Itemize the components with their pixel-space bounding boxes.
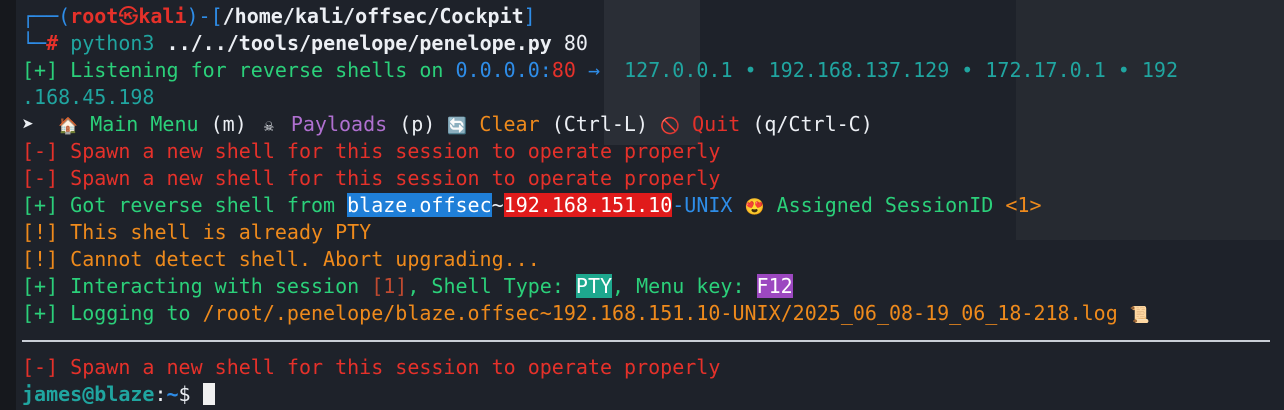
- scroll-icon: 📜: [1129, 305, 1150, 324]
- command-arg: 80: [563, 31, 588, 55]
- prompt-path: /home/kali/offsec/Cockpit: [222, 4, 524, 28]
- remote-ip: 192.168.151.10: [503, 193, 673, 217]
- spawn-warning: [-] Spawn a new shell for this session t…: [22, 166, 721, 190]
- refresh-icon: 🔄: [447, 116, 468, 135]
- logging-text: Logging to: [70, 301, 191, 325]
- status-tag: [+]: [22, 58, 59, 82]
- prompt-hash: #: [46, 31, 59, 55]
- shell-colon: :: [154, 382, 167, 406]
- menu-clear-key: (Ctrl-L): [551, 112, 649, 136]
- session-number: [1]: [371, 274, 408, 298]
- prompt-skull-icon: ㉿: [118, 4, 139, 28]
- prompt-frame: ]: [523, 4, 536, 28]
- prompt-host: kali: [138, 4, 187, 28]
- session-id: <1>: [1005, 193, 1042, 217]
- listen-colon: :: [539, 58, 552, 82]
- no-entry-icon: 🚫: [660, 116, 681, 135]
- menu-line: ➤ 🏠 Main Menu (m) ☠ Payloads (p) 🔄 Clear…: [22, 111, 873, 138]
- detect-message: [!] Cannot detect shell. Abort upgrading…: [22, 247, 540, 271]
- prompt-frame: ┌──(: [22, 4, 71, 28]
- terminal-window[interactable]: ┌──(root㉿kali)-[/home/kali/offsec/Cockpi…: [0, 0, 1284, 410]
- prompt-frame: └─: [22, 31, 47, 55]
- got-shell-line: [+] Got reverse shell from blaze.offsec~…: [22, 192, 1041, 219]
- command-name: python3: [70, 31, 155, 55]
- arrow-icon: →: [587, 58, 601, 82]
- listen-port: 80: [551, 58, 576, 82]
- menu-payloads-key: (p): [399, 112, 436, 136]
- shell-type-label: , Shell Type:: [407, 274, 564, 298]
- tilde: ~: [491, 193, 504, 217]
- log-path: /root/.penelope/blaze.offsec~192.168.151…: [202, 301, 1118, 325]
- pty-message: [!] This shell is already PTY: [22, 220, 372, 244]
- home-icon: 🏠: [58, 116, 79, 135]
- remote-os: -UNIX: [672, 193, 733, 217]
- menu-arrow-icon: ➤: [22, 112, 35, 136]
- status-tag: [+]: [22, 301, 59, 325]
- spawn-warning: [-] Spawn a new shell for this session t…: [22, 139, 721, 163]
- prompt-line-1: ┌──(root㉿kali)-[/home/kali/offsec/Cockpi…: [22, 3, 536, 30]
- listening-text: Listening for reverse shells on: [70, 58, 444, 82]
- menu-main-key: (m): [210, 112, 247, 136]
- prompt-line-2: └─# python3 ../../tools/penelope/penelop…: [22, 30, 588, 57]
- terminal-output[interactable]: ┌──(root㉿kali)-[/home/kali/offsec/Cockpi…: [22, 0, 1284, 410]
- shell-user-host: james@blaze: [22, 382, 155, 406]
- spawn-warning: [-] Spawn a new shell for this session t…: [22, 355, 721, 379]
- command-script: ../../tools/penelope/penelope.py: [166, 31, 552, 55]
- interact-line: [+] Interacting with session [1], Shell …: [22, 273, 793, 300]
- text-cursor[interactable]: [202, 383, 215, 405]
- listening-line: [+] Listening for reverse shells on 0.0.…: [22, 57, 1178, 84]
- status-tag: [+]: [22, 193, 59, 217]
- remote-hostname: blaze.offsec: [347, 193, 492, 217]
- menu-key-badge: F12: [756, 274, 793, 298]
- assigned-text: Assigned SessionID: [776, 193, 994, 217]
- menu-quit: Quit: [692, 112, 741, 136]
- logging-line: [+] Logging to /root/.penelope/blaze.off…: [22, 300, 1150, 327]
- listen-ips-wrap: .168.45.198: [22, 85, 155, 109]
- prompt-user: root: [70, 4, 119, 28]
- got-shell-text: Got reverse shell from: [70, 193, 336, 217]
- shell-cwd: ~: [166, 382, 179, 406]
- skull-icon: ☠: [263, 116, 274, 135]
- heart-eyes-icon: 😍: [744, 197, 765, 216]
- interact-text: Interacting with session: [70, 274, 360, 298]
- listening-line-wrap: .168.45.198: [22, 84, 154, 111]
- separator-line: [22, 340, 1270, 342]
- listen-ips: 127.0.0.1 • 192.168.137.129 • 172.17.0.1…: [624, 58, 1179, 82]
- status-tag: [+]: [22, 274, 59, 298]
- terminal-left-edge: [0, 0, 16, 410]
- shell-dollar: $: [178, 382, 191, 406]
- menu-key-label: , Menu key:: [612, 274, 745, 298]
- menu-main: Main Menu: [90, 112, 199, 136]
- menu-clear: Clear: [479, 112, 540, 136]
- prompt-frame: )-[: [186, 4, 223, 28]
- shell-prompt[interactable]: james@blaze:~$: [22, 381, 215, 408]
- menu-payloads: Payloads: [290, 112, 388, 136]
- menu-quit-key: (q/Ctrl-C): [752, 112, 873, 136]
- listen-address: 0.0.0.0: [455, 58, 540, 82]
- shell-type-badge: PTY: [575, 274, 613, 298]
